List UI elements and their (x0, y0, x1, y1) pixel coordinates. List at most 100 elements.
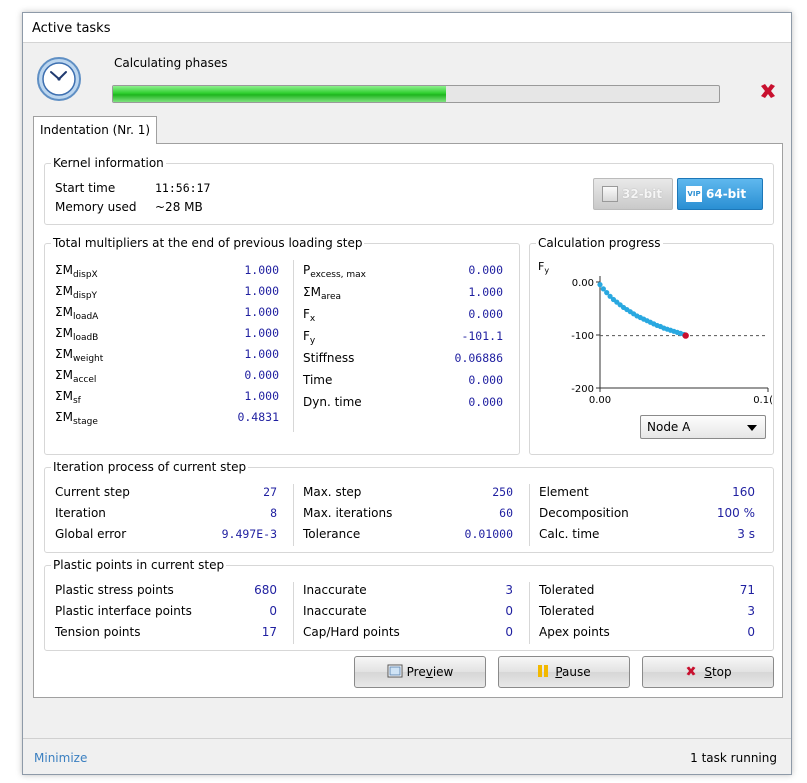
multiplier-sigma: ΣM (55, 368, 73, 382)
row-value: 3 (505, 583, 513, 597)
row-value: 17 (261, 625, 277, 639)
row-label: Calc. time (539, 527, 600, 541)
multiplier-sub: dispX (72, 270, 98, 280)
start-time-label: Start time (55, 181, 116, 195)
row-label: Inaccurate (303, 583, 367, 597)
multiplier-label: ΣMstage (55, 410, 98, 427)
iteration-group: Iteration process of current step Curren… (44, 459, 774, 553)
multiplier-value: 0.4831 (237, 410, 279, 424)
32-bit-button[interactable]: 32-bit (593, 178, 673, 210)
fy-sub: y (309, 336, 316, 346)
fx-label: Fx (303, 307, 316, 324)
marea-main: ΣM (303, 285, 321, 299)
window-title: Active tasks (23, 13, 791, 43)
row-label: Element (539, 485, 589, 499)
multiplier-sigma: ΣM (55, 410, 73, 424)
multipliers-separator (293, 260, 294, 432)
data-point (597, 282, 603, 288)
multiplier-sub: weight (72, 354, 104, 364)
start-time-value: 11:56:17 (155, 181, 211, 195)
fx-main: F (303, 307, 310, 321)
calc-progress-group: Calculation progress Fy 0.00 -100 -200 0.00 0… (529, 235, 774, 455)
multiplier-sub: accel (72, 375, 97, 385)
row-label: Tolerated (539, 604, 595, 618)
phase-label: Calculating phases (114, 56, 228, 70)
pause-icon (538, 665, 549, 677)
64-bit-button[interactable]: VIP 64-bit (677, 178, 763, 210)
pexcess-sub: excess, max (310, 270, 366, 280)
iteration-sep-1 (293, 484, 294, 546)
row-value: 680 (254, 583, 277, 597)
stop-label-b: top (711, 665, 732, 679)
multiplier-value: 1.000 (244, 326, 279, 340)
plastic-title: Plastic points in current step (51, 557, 227, 573)
multipliers-title: Total multipliers at the end of previous… (51, 235, 365, 251)
multiplier-value: 1.000 (244, 284, 279, 298)
calc-progress-chart: Fy0.00-100-2000.000.1(|u| (538, 260, 773, 406)
32-bit-icon (602, 186, 618, 202)
64-bit-label: 64-bit (706, 187, 747, 201)
time-value: 0.000 (468, 373, 503, 387)
marea-label: ΣMarea (303, 285, 342, 302)
row-label: Tolerance (303, 527, 361, 541)
32-bit-label: 32-bit (622, 187, 663, 201)
row-value: 71 (739, 583, 755, 597)
tab-indentation[interactable]: Indentation (Nr. 1) (33, 116, 158, 144)
current-point (682, 332, 689, 339)
multiplier-label: ΣMsf (55, 389, 81, 406)
cancel-task-icon[interactable] (757, 80, 779, 102)
multiplier-sub: sf (72, 396, 81, 406)
multiplier-label: ΣMloadB (55, 326, 98, 343)
row-label: Max. iterations (303, 506, 393, 520)
multiplier-sigma: ΣM (55, 263, 73, 277)
clock-icon (35, 55, 83, 103)
dyn-time-value: 0.000 (468, 395, 503, 409)
node-select[interactable]: Node A (640, 415, 766, 439)
y-label-sub: y (544, 266, 549, 275)
node-select-value: Node A (647, 420, 691, 434)
row-value: 160 (732, 485, 755, 499)
preview-label-a: Pre (406, 665, 426, 679)
stop-label-a: S (704, 665, 712, 679)
kernel-info-group: Kernel information Start time 11:56:17 M… (44, 155, 774, 225)
stop-button[interactable]: Stop (642, 656, 774, 688)
dyn-time-label: Dyn. time (303, 395, 362, 409)
fx-sub: x (309, 314, 316, 324)
row-label: Tolerated (539, 583, 595, 597)
row-label: Global error (55, 527, 127, 541)
marea-sub: area (320, 292, 342, 302)
row-label: Tension points (55, 625, 141, 639)
plastic-sep-1 (293, 582, 294, 644)
multiplier-label: ΣMdispX (55, 263, 98, 280)
active-tasks-window: Active tasks Calculating phases Indentat… (22, 12, 792, 775)
fy-value: -101.1 (461, 329, 503, 343)
marea-value: 1.000 (468, 285, 503, 299)
y-tick-label: -200 (571, 384, 594, 395)
memory-used-label: Memory used (55, 200, 137, 214)
preview-label-c: iew (432, 665, 454, 679)
multiplier-value: 1.000 (244, 347, 279, 361)
multiplier-value: 1.000 (244, 305, 279, 319)
row-label: Iteration (55, 506, 106, 520)
multiplier-label: ΣMweight (55, 347, 104, 364)
multiplier-label: ΣMaccel (55, 368, 97, 385)
preview-label-b: v (425, 665, 433, 679)
minimize-link[interactable]: Minimize (34, 751, 87, 765)
fx-value: 0.000 (468, 307, 503, 321)
iteration-sep-2 (529, 484, 530, 546)
row-value: 0 (505, 604, 513, 618)
multiplier-sub: stage (72, 417, 98, 427)
kernel-info-title: Kernel information (51, 155, 166, 171)
y-tick-label: -100 (571, 331, 594, 342)
row-value: 3 (747, 604, 755, 618)
row-value: 100 % (716, 506, 755, 520)
row-label: Plastic interface points (55, 604, 192, 618)
row-label: Current step (55, 485, 130, 499)
phase-progress-bar (112, 85, 720, 103)
multiplier-sigma: ΣM (55, 305, 73, 319)
preview-button[interactable]: Preview (354, 656, 486, 688)
row-value: 0.01000 (464, 527, 513, 541)
pause-button[interactable]: Pause (498, 656, 630, 688)
stiffness-label: Stiffness (303, 351, 355, 365)
multiplier-sigma: ΣM (55, 389, 73, 403)
